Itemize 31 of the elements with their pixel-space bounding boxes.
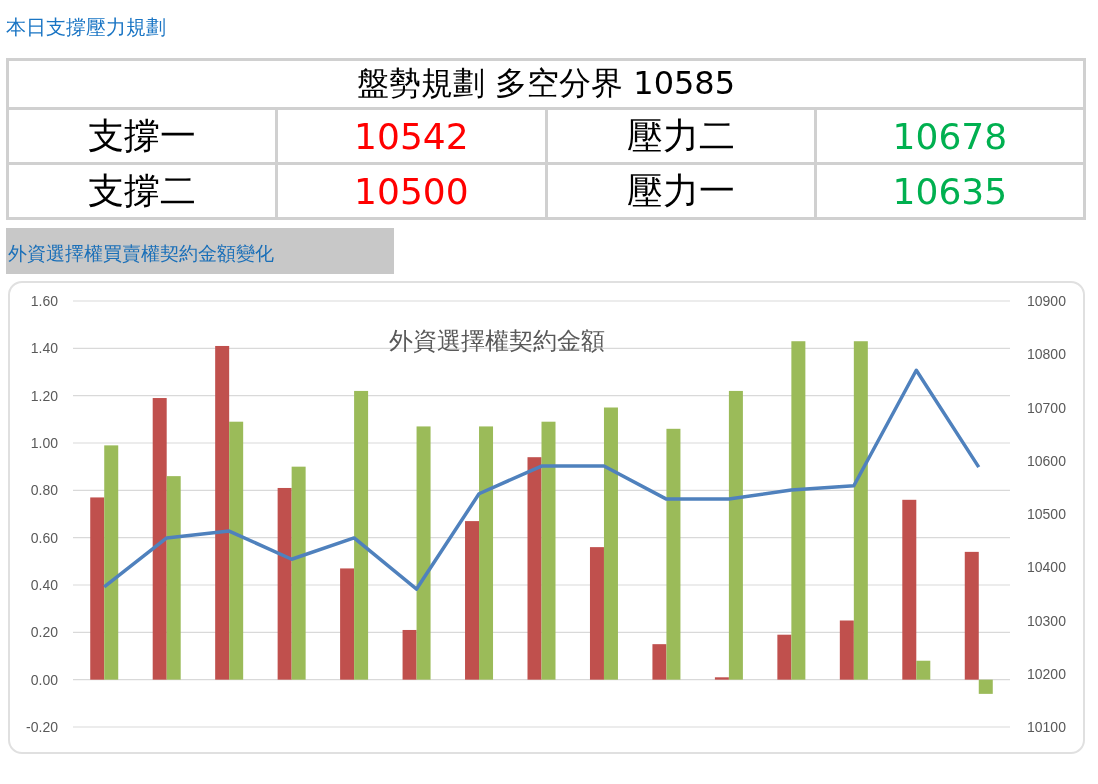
table-cell: 支撐二: [7, 163, 277, 219]
y-axis-label: -0.20: [26, 719, 58, 735]
y-axis-label: 1.60: [30, 293, 58, 309]
y-axis-label: 10500: [1027, 506, 1066, 522]
y-axis-label: 10700: [1027, 399, 1066, 416]
table-cell: 10635: [815, 163, 1085, 219]
y-axis-label: 0.40: [30, 577, 58, 593]
y-axis-label: 0.80: [30, 482, 58, 499]
y-axis-label: 1.40: [30, 340, 58, 357]
y-axis-label: 10300: [1027, 612, 1066, 629]
table-cell: 壓力二: [546, 108, 816, 164]
y-axis-label: 0.00: [30, 671, 58, 688]
table-cell: 支撐一: [7, 108, 277, 164]
section-title: 外資選擇權買賣權契約金額變化: [6, 228, 394, 274]
table-cell: 10542: [276, 108, 546, 164]
chart-title: 外資選擇權契約金額: [389, 327, 605, 355]
y-axis-label: 10100: [1027, 719, 1066, 735]
y-axis-label: 10900: [1027, 293, 1066, 309]
y-axis-label: 10400: [1027, 559, 1066, 576]
table-cell: 10500: [276, 163, 546, 219]
y-axis-label: 10600: [1027, 452, 1066, 469]
y-axis-label: 0.60: [30, 529, 58, 546]
table-cell: 10678: [815, 108, 1085, 164]
y-axis-label: 10200: [1027, 665, 1066, 682]
table-header-cell: 盤勢規劃 多空分界 10585: [7, 59, 1085, 109]
y-axis-label: 0.20: [30, 624, 58, 641]
page-title: 本日支撐壓力規劃: [5, 14, 167, 41]
y-axis-label: 10800: [1027, 346, 1066, 363]
y-axis-label: 1.20: [30, 387, 58, 404]
y-axis-label: 1.00: [30, 435, 58, 451]
table-cell: 壓力一: [546, 163, 816, 219]
